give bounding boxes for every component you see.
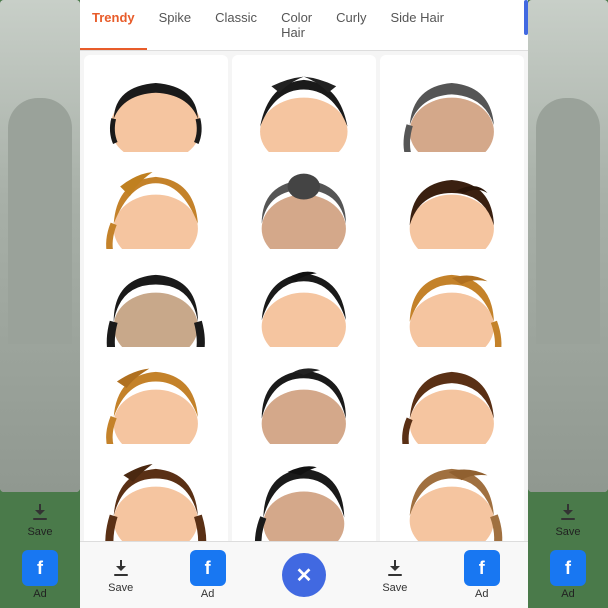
right-save-button[interactable]: Save — [555, 500, 580, 538]
tab-bar: Trendy Spike Classic ColorHair Curly Sid… — [80, 0, 528, 51]
facebook-icon-right: f — [464, 550, 500, 586]
save-label-right: Save — [382, 582, 407, 594]
hair-style-14[interactable] — [232, 444, 376, 541]
ad-label-left: Ad — [201, 588, 214, 600]
scroll-indicator — [524, 0, 528, 35]
left-save-button[interactable]: Save — [27, 500, 52, 538]
left-save-label: Save — [27, 526, 52, 538]
right-save-label: Save — [555, 526, 580, 538]
tab-trendy[interactable]: Trendy — [80, 0, 147, 50]
facebook-icon-left: f — [190, 550, 226, 586]
hair-style-13[interactable] — [84, 444, 228, 541]
tab-side-hair[interactable]: Side Hair — [378, 0, 455, 50]
tab-spike[interactable]: Spike — [147, 0, 204, 50]
tab-color-hair[interactable]: ColorHair — [269, 0, 324, 50]
download-icon-right — [383, 556, 407, 580]
main-panel: Trendy Spike Classic ColorHair Curly Sid… — [80, 0, 528, 608]
left-fb-button[interactable]: f — [22, 550, 58, 586]
tab-curly[interactable]: Curly — [324, 0, 378, 50]
save-label: Save — [108, 582, 133, 594]
right-fb-button[interactable]: f — [550, 550, 586, 586]
right-person-preview — [528, 0, 608, 492]
ad-button-right[interactable]: f Ad — [464, 550, 500, 600]
ad-button-left[interactable]: f Ad — [190, 550, 226, 600]
close-button[interactable]: ✕ — [282, 553, 326, 597]
save-button-right[interactable]: Save — [382, 556, 407, 594]
ad-label-right: Ad — [475, 588, 488, 600]
left-panel: Save f Ad — [0, 0, 80, 608]
left-ad-label: Ad — [33, 588, 46, 600]
hair-style-15[interactable] — [380, 444, 524, 541]
hair-grid — [80, 51, 528, 541]
right-ad-label: Ad — [561, 588, 574, 600]
save-button[interactable]: Save — [108, 556, 133, 594]
tab-classic[interactable]: Classic — [203, 0, 269, 50]
bottom-bar: Save f Ad ✕ Save f Ad — [80, 541, 528, 608]
right-panel: Save f Ad — [528, 0, 608, 608]
left-person-preview — [0, 0, 80, 492]
download-icon — [109, 556, 133, 580]
